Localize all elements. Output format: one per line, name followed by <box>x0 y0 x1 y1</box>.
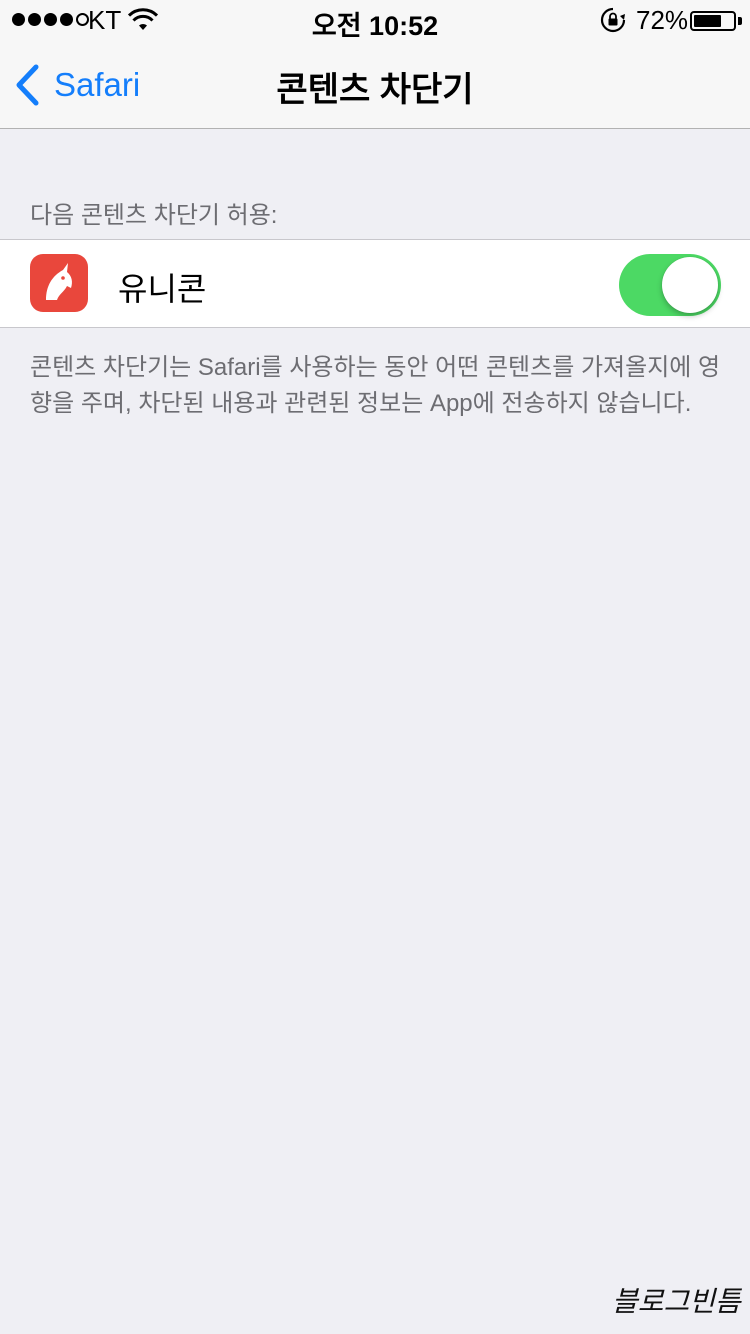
navigation-bar: Safari 콘텐츠 차단기 <box>0 40 750 129</box>
cell-label: 유니콘 <box>118 271 207 307</box>
status-bar: KT 오전 10:52 72% <box>0 0 750 41</box>
screen: KT 오전 10:52 72% Safari 콘텐츠 차단기 다음 콘텐츠 차단… <box>0 0 750 1334</box>
toggle-knob <box>662 257 718 313</box>
unicorn-toggle-switch[interactable] <box>619 254 721 316</box>
battery-tip <box>738 17 742 25</box>
battery-fill <box>694 15 721 27</box>
page-title: 콘텐츠 차단기 <box>276 71 474 109</box>
unicorn-app-icon <box>30 254 88 312</box>
list-item-unicorn: 유니콘 <box>0 239 750 328</box>
rotation-lock-icon <box>600 7 626 33</box>
section-footer: 콘텐츠 차단기는 Safari를 사용하는 동안 어떤 콘텐츠를 가져올지에 영… <box>30 354 721 417</box>
section-header: 다음 콘텐츠 차단기 허용: <box>30 202 278 229</box>
battery-icon <box>690 11 736 31</box>
watermark: 블로그빈틈 <box>612 1285 741 1318</box>
battery-percent: 72% <box>636 5 689 35</box>
